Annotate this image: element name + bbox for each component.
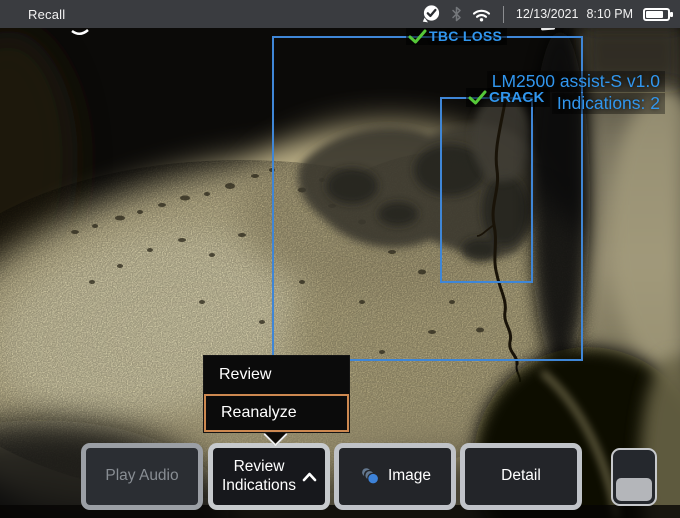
context-menu: Review Reanalyze bbox=[203, 355, 350, 433]
detection-label-row: TBC LOSS bbox=[406, 27, 507, 45]
toggle-indicator bbox=[616, 478, 652, 501]
detection-label: TBC LOSS bbox=[429, 28, 502, 44]
analysis-check-icon bbox=[421, 4, 441, 24]
status-cluster: 12/13/2021 8:10 PM bbox=[421, 0, 670, 28]
button-label: Image bbox=[388, 467, 431, 485]
chevron-up-icon bbox=[302, 472, 317, 482]
divider bbox=[503, 6, 504, 23]
bluetooth-icon bbox=[451, 6, 462, 22]
status-date: 12/13/2021 bbox=[516, 7, 579, 21]
menu-item-label: Review bbox=[219, 366, 271, 384]
checkmark-icon bbox=[408, 29, 427, 44]
detection-box-crack[interactable]: CRACK bbox=[440, 97, 533, 283]
image-burst-icon bbox=[359, 466, 381, 488]
display-toggle-button[interactable] bbox=[611, 448, 657, 506]
status-bar: Recall 12/13/2021 8:10 PM bbox=[0, 0, 680, 28]
menu-item-label: Reanalyze bbox=[221, 404, 297, 422]
menu-item-review[interactable]: Review bbox=[204, 356, 349, 394]
review-indications-button[interactable]: Review Indications bbox=[208, 443, 330, 510]
wifi-icon bbox=[472, 7, 491, 22]
play-audio-button[interactable]: Play Audio bbox=[81, 443, 203, 510]
status-time: 8:10 PM bbox=[586, 7, 633, 21]
screen: TBC LOSS CRACK LM2500 assist-S v1.0 Indi… bbox=[0, 0, 680, 518]
button-label: Detail bbox=[501, 467, 541, 485]
detail-button[interactable]: Detail bbox=[460, 443, 582, 510]
menu-item-reanalyze[interactable]: Reanalyze bbox=[204, 394, 349, 432]
page-title: Recall bbox=[28, 7, 65, 22]
button-label: Play Audio bbox=[105, 467, 178, 485]
assist-overlay: LM2500 assist-S v1.0 Indications: 2 bbox=[487, 71, 665, 115]
indications-count: Indications: 2 bbox=[552, 93, 665, 114]
assist-app-label: LM2500 assist-S v1.0 bbox=[487, 71, 665, 92]
image-button[interactable]: Image bbox=[334, 443, 456, 510]
battery-icon bbox=[643, 8, 670, 21]
checkmark-icon bbox=[468, 90, 487, 105]
